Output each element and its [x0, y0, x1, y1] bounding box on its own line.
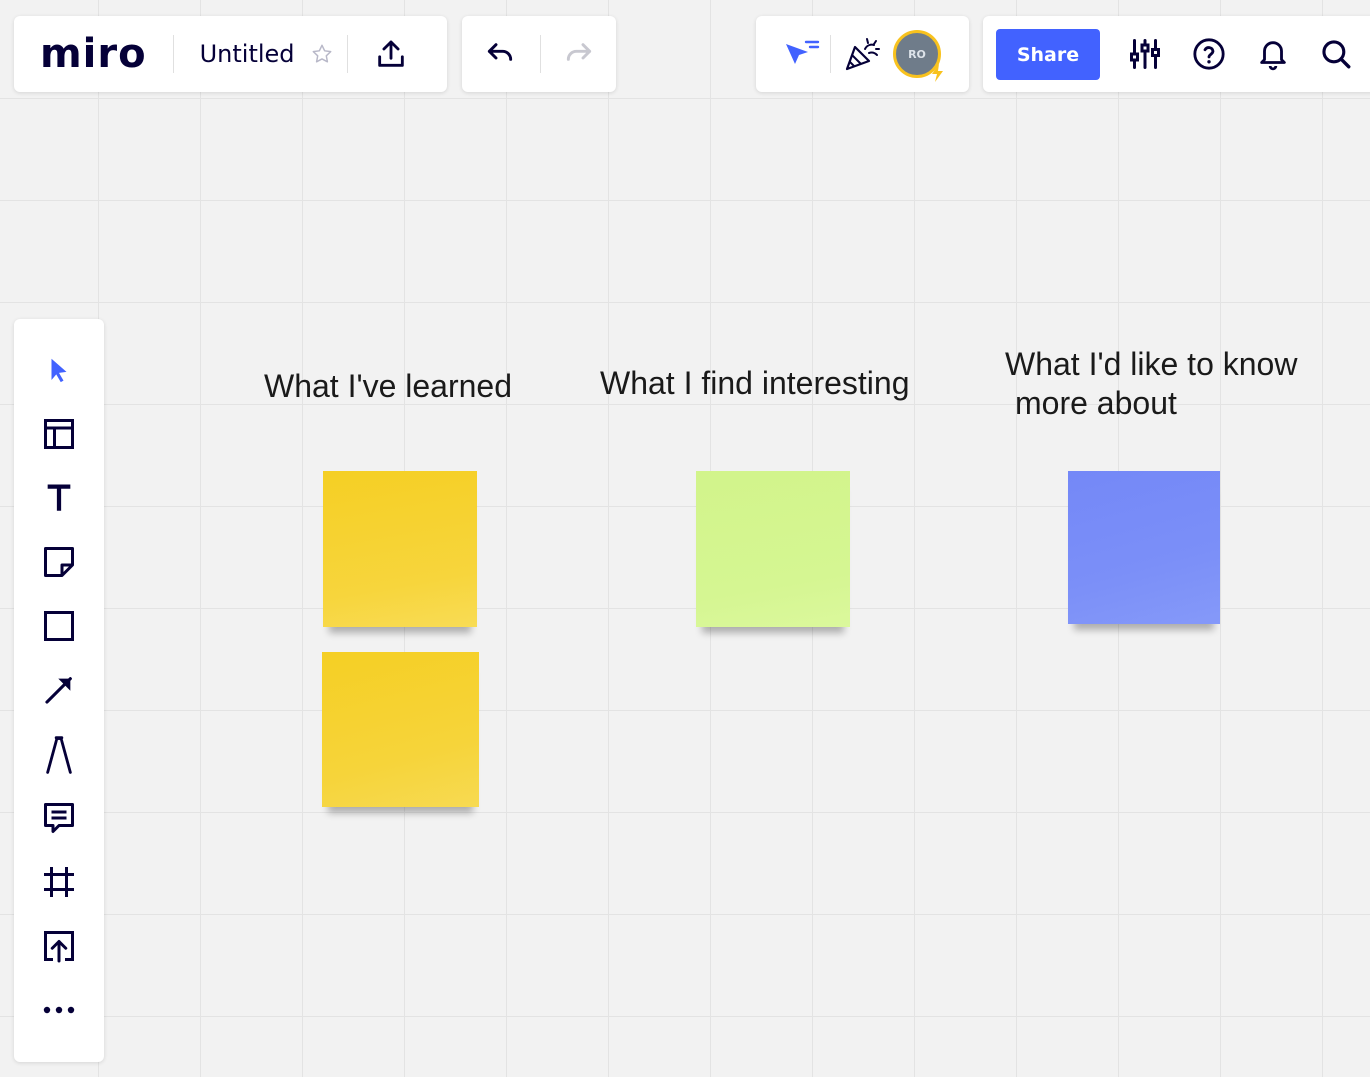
- more-icon: [43, 1006, 75, 1014]
- star-icon[interactable]: [311, 43, 333, 65]
- tool-templates[interactable]: [14, 402, 104, 466]
- collaboration-panel: RO: [756, 16, 969, 92]
- board-title[interactable]: Untitled: [200, 40, 295, 68]
- upload-box-icon: [44, 931, 74, 963]
- template-icon: [44, 419, 74, 449]
- tool-upload[interactable]: [14, 914, 104, 978]
- help-circle-icon[interactable]: [1189, 34, 1229, 74]
- tool-frame[interactable]: [14, 850, 104, 914]
- column-title-line: more about: [1015, 385, 1177, 421]
- tool-connection-line[interactable]: [14, 658, 104, 722]
- tool-text[interactable]: [14, 466, 104, 530]
- avatar-initials: RO: [908, 47, 926, 61]
- tool-pen[interactable]: [14, 722, 104, 786]
- sticky-note-yellow[interactable]: [322, 652, 479, 807]
- divider: [540, 35, 541, 73]
- comment-icon: [44, 803, 74, 833]
- divider: [346, 35, 348, 73]
- left-toolbar: [14, 319, 104, 1062]
- tool-comment[interactable]: [14, 786, 104, 850]
- divider: [172, 35, 174, 73]
- cursor-arrow-icon: [51, 358, 67, 383]
- column-title-know-more[interactable]: What I'd like to know more about: [1005, 345, 1297, 423]
- arrow-line-icon: [45, 677, 72, 704]
- board-title-panel: miro Untitled: [14, 16, 447, 92]
- miro-logo[interactable]: miro: [14, 34, 173, 74]
- tool-more[interactable]: [14, 978, 104, 1042]
- sliders-icon[interactable]: [1125, 34, 1165, 74]
- sticky-note-yellow[interactable]: [323, 471, 477, 627]
- sticky-note-green[interactable]: [696, 471, 850, 627]
- tool-shape[interactable]: [14, 594, 104, 658]
- pen-icon: [46, 736, 72, 774]
- history-panel: [462, 16, 616, 92]
- tool-sticky-note[interactable]: [14, 530, 104, 594]
- text-icon: [47, 484, 71, 511]
- undo-icon[interactable]: [482, 36, 518, 72]
- party-popper-icon[interactable]: [843, 35, 883, 73]
- search-icon[interactable]: [1316, 34, 1356, 74]
- divider: [830, 35, 831, 73]
- tool-select[interactable]: [14, 338, 104, 402]
- cursor-flag-icon[interactable]: [782, 36, 820, 72]
- frame-icon: [44, 867, 74, 897]
- upload-icon[interactable]: [374, 37, 408, 71]
- lightning-icon: [932, 64, 943, 82]
- sticky-note-blue[interactable]: [1068, 471, 1220, 624]
- rectangle-icon: [44, 611, 74, 641]
- bell-icon[interactable]: [1253, 34, 1293, 74]
- sticky-note-icon: [44, 547, 74, 577]
- share-button[interactable]: Share: [996, 29, 1100, 80]
- column-title-interesting[interactable]: What I find interesting: [600, 364, 909, 403]
- column-title-line: What I'd like to know: [1005, 346, 1298, 382]
- column-title-learned[interactable]: What I've learned: [264, 367, 512, 406]
- avatar[interactable]: RO: [893, 30, 943, 82]
- redo-icon[interactable]: [561, 36, 597, 72]
